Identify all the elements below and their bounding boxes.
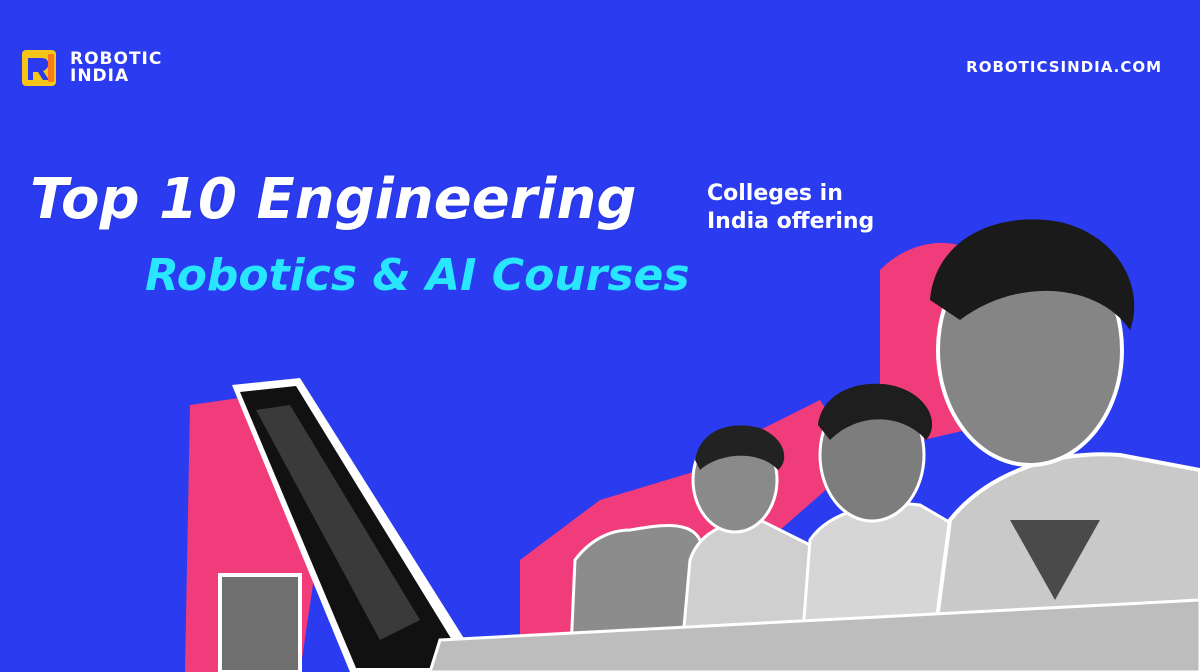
- subtitle-line-2: India offering: [707, 209, 875, 234]
- banner: ROBOTIC INDIA ROBOTICSINDIA.COM Top 10 E…: [0, 0, 1200, 672]
- students-photo: [185, 219, 1200, 672]
- subtitle-line-1: Colleges in: [707, 181, 843, 206]
- headline-subtitle: Colleges in India offering: [707, 180, 874, 236]
- headline-highlight: Robotics & AI Courses: [145, 250, 690, 301]
- headline-title: Top 10 Engineering: [30, 167, 637, 232]
